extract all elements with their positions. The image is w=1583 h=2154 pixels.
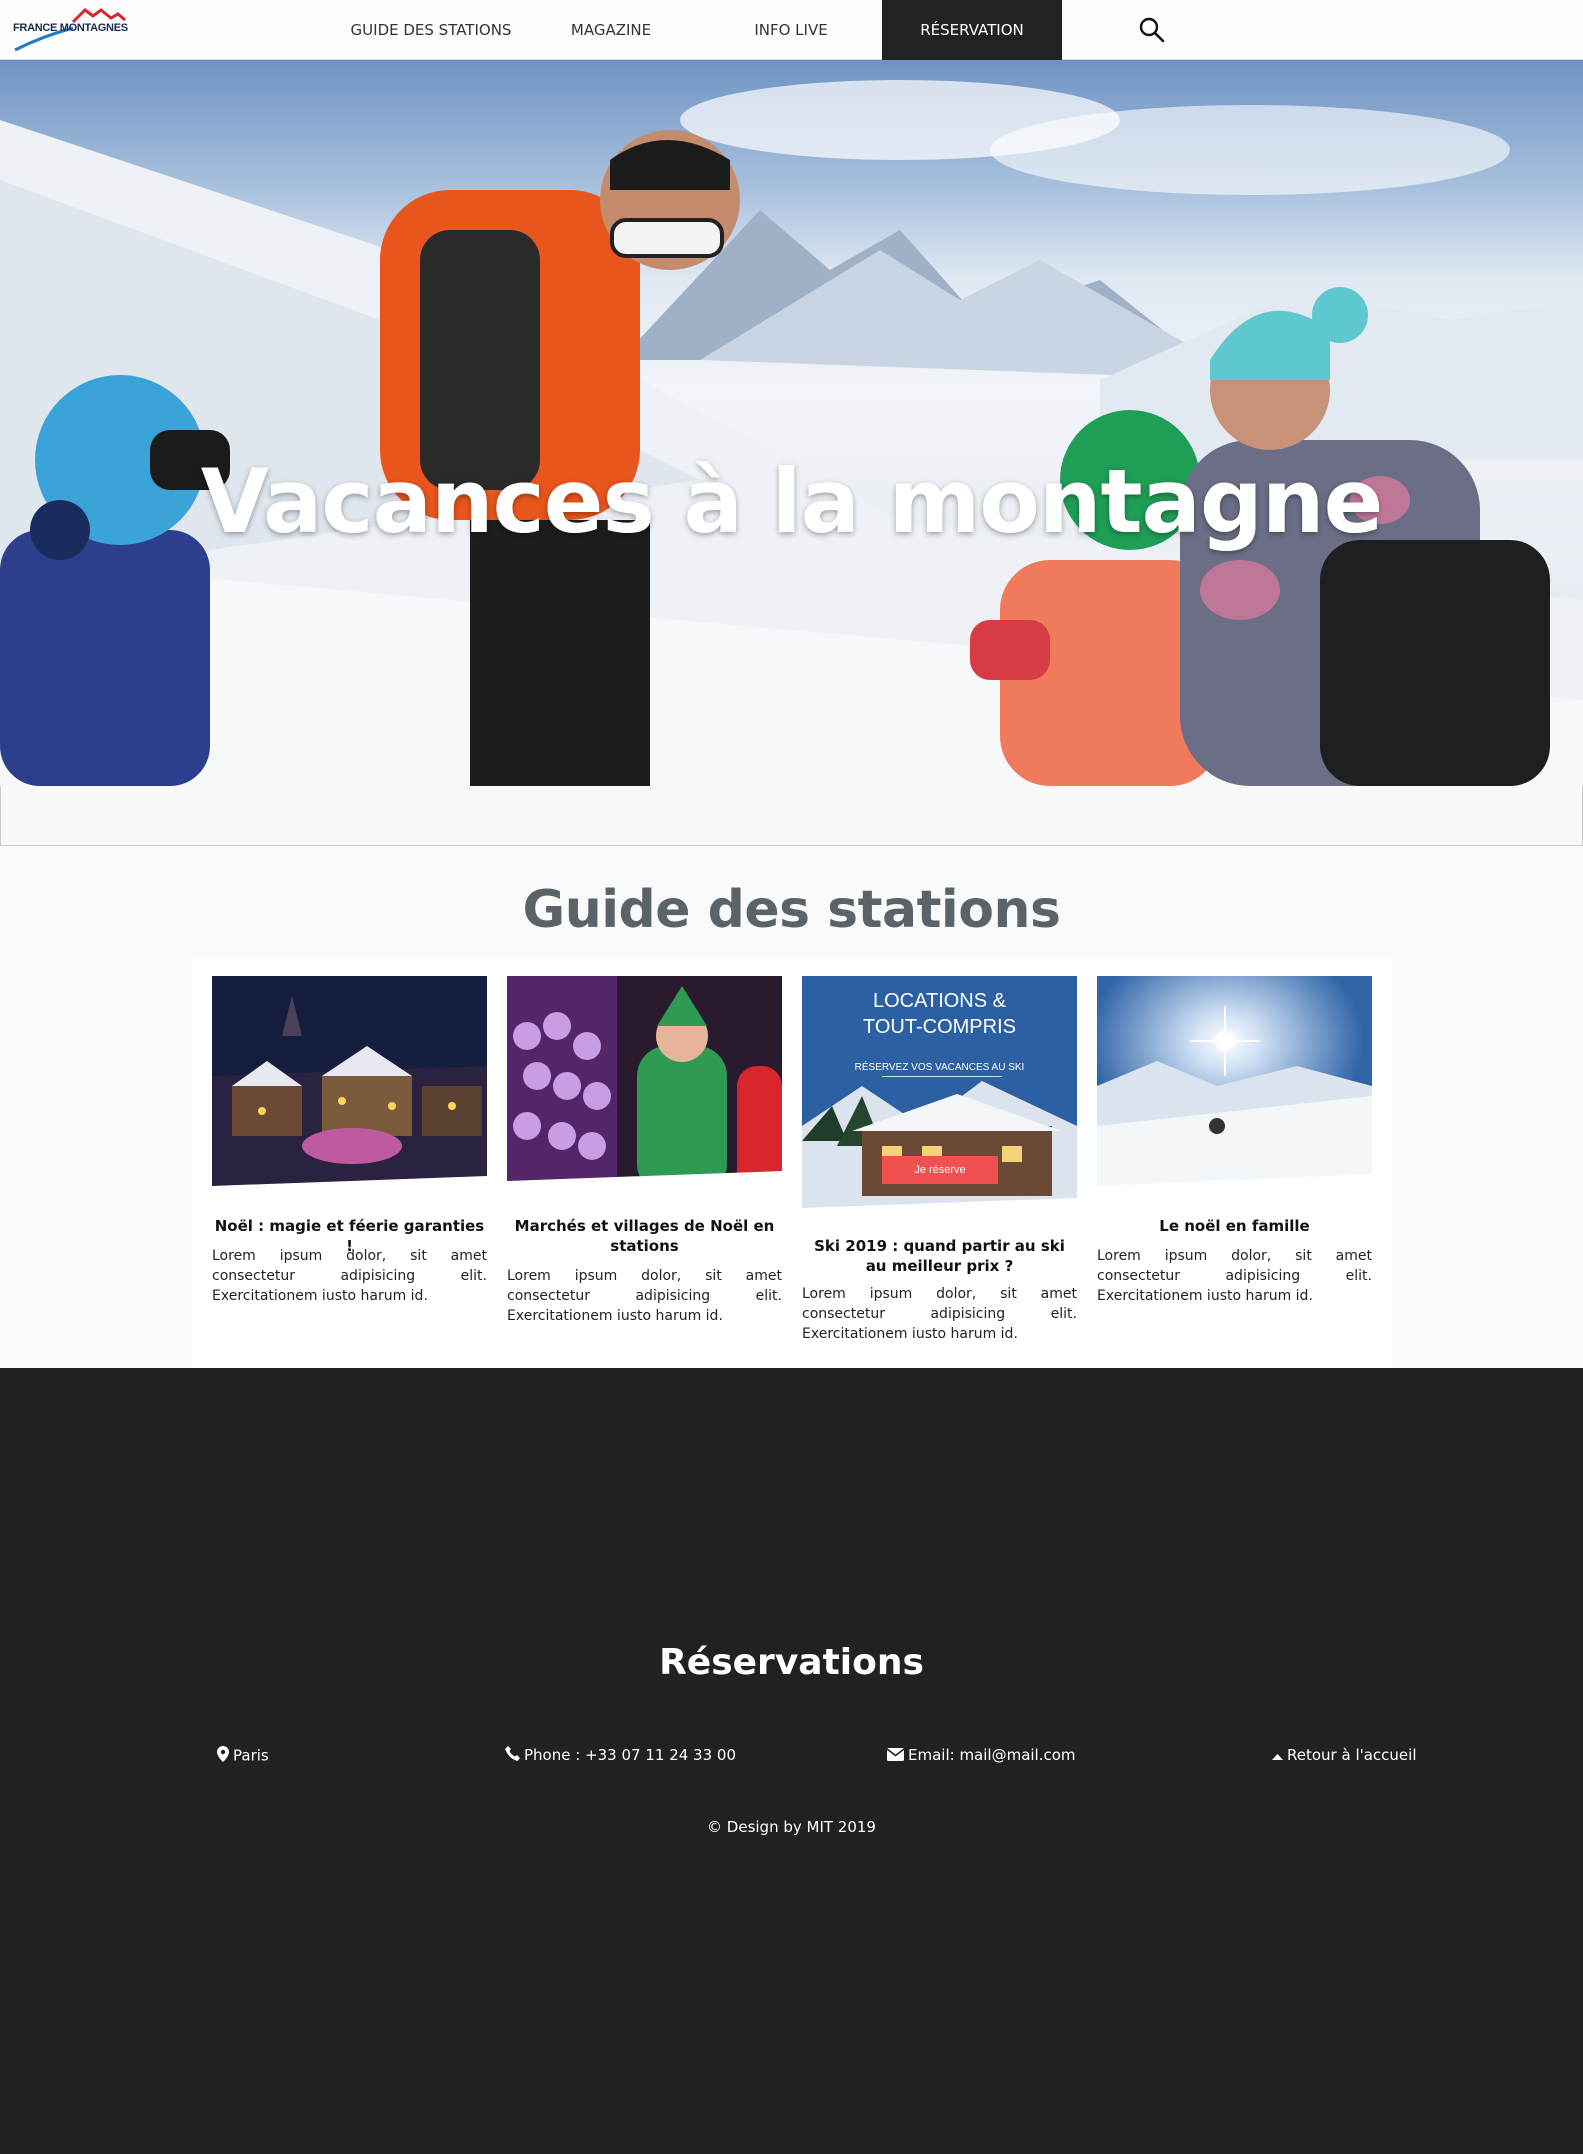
footer-phone[interactable]: Phone : +33 07 11 24 33 00: [505, 1746, 736, 1765]
card-text: Lorem ipsum dolor, sit amet consectetur …: [1097, 1248, 1372, 1304]
location-text: Paris: [233, 1746, 269, 1765]
hero-banner: Vacances à la montagne: [0, 60, 1583, 786]
card-image-noel-village[interactable]: [212, 976, 487, 1194]
caret-up-icon: [1272, 1747, 1283, 1765]
top-navbar: FRANCE MONTAGNES GUIDE DES STATIONS MAGA…: [0, 0, 1583, 60]
search-icon[interactable]: [1138, 16, 1166, 44]
card-image-christmas-elf[interactable]: [507, 976, 782, 1194]
nav-magazine[interactable]: MAGAZINE: [527, 0, 695, 60]
ad-reserve-button[interactable]: Je réserve: [882, 1156, 998, 1184]
footer-title: Réservations: [659, 1642, 924, 1683]
hero-title: Vacances à la montagne: [200, 450, 1384, 553]
ad-subtitle: RÉSERVEZ VOS VACANCES AU SKI: [854, 1062, 1025, 1073]
logo-text: FRANCE MONTAGNES: [13, 22, 128, 34]
nav-reservation[interactable]: RÉSERVATION: [882, 0, 1062, 60]
hero-mountain-photo: [0, 60, 1583, 786]
footer: Réservations Paris Phone : +33 07 11 24 …: [0, 1368, 1583, 2154]
guide-section-title: Guide des stations: [522, 880, 1061, 940]
card-title[interactable]: Le noël en famille: [1097, 1216, 1372, 1236]
card-image-locations-ad[interactable]: LOCATIONS & TOUT-COMPRIS RÉSERVEZ VOS VA…: [802, 976, 1077, 1216]
card-title[interactable]: Ski 2019 : quand partir au ski au meille…: [802, 1236, 1077, 1276]
card-text: Lorem ipsum dolor, sit amet consectetur …: [802, 1286, 1077, 1342]
card-image-family-snow[interactable]: [1097, 976, 1372, 1194]
guide-cards-container: Noël : magie et féerie garanties ! Lorem…: [192, 956, 1392, 1368]
back-to-home-link[interactable]: Retour à l'accueil: [1272, 1746, 1417, 1765]
nav-info-live[interactable]: INFO LIVE: [695, 0, 887, 60]
nav-guide-des-stations[interactable]: GUIDE DES STATIONS: [335, 0, 527, 60]
email-text[interactable]: Email: mail@mail.com: [908, 1746, 1076, 1764]
card-text: Lorem ipsum dolor, sit amet consectetur …: [212, 1248, 487, 1304]
footer-location: Paris: [217, 1746, 269, 1766]
hero-bottom-band: [0, 786, 1583, 846]
card-text: Lorem ipsum dolor, sit amet consectetur …: [507, 1268, 782, 1324]
footer-email[interactable]: Email: mail@mail.com: [886, 1746, 1076, 1765]
card-title[interactable]: Marchés et villages de Noël en stations: [507, 1216, 782, 1256]
phone-icon: [505, 1746, 520, 1765]
ad-title-line1: LOCATIONS &: [873, 990, 1006, 1012]
map-marker-icon: [217, 1746, 229, 1766]
phone-text[interactable]: Phone : +33 07 11 24 33 00: [524, 1746, 736, 1764]
envelope-icon: [886, 1747, 905, 1765]
ad-title-line2: TOUT-COMPRIS: [863, 1016, 1016, 1038]
france-montagnes-logo[interactable]: FRANCE MONTAGNES: [13, 6, 158, 54]
copyright: © Design by MIT 2019: [707, 1818, 876, 1836]
back-to-home-text[interactable]: Retour à l'accueil: [1287, 1746, 1417, 1764]
